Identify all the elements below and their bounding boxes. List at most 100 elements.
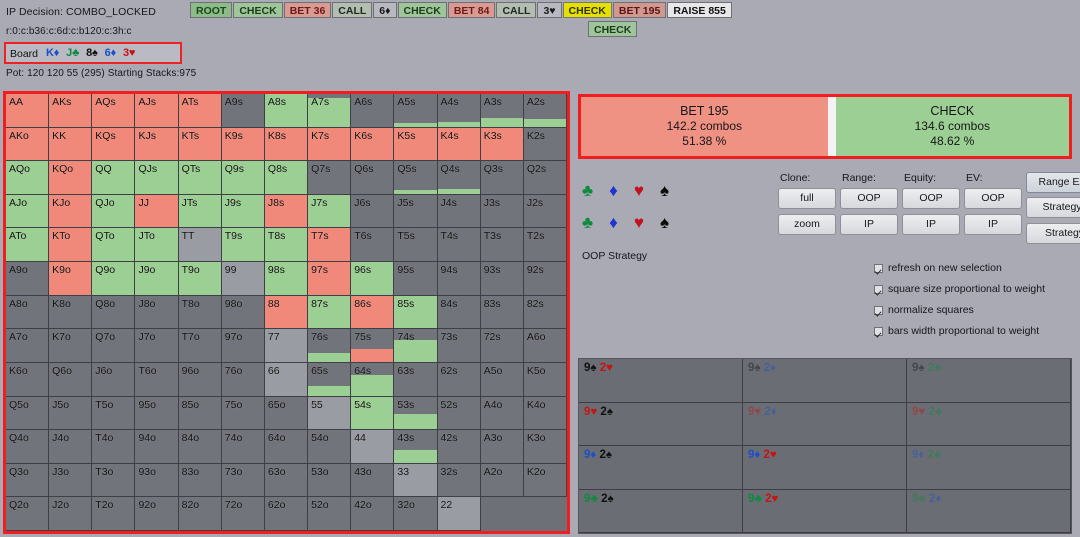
matrix-cell-97o[interactable]: 97o bbox=[221, 329, 265, 363]
checkbox-row-0[interactable]: refresh on new selection bbox=[874, 262, 1045, 274]
matrix-cell-J6o[interactable]: J6o bbox=[92, 362, 136, 397]
matrix-cell-AKo[interactable]: AKo bbox=[6, 127, 50, 162]
matrix-cell-99[interactable]: 99 bbox=[221, 262, 265, 296]
tree-row1-node-2[interactable]: BET 36 bbox=[283, 2, 332, 18]
strategy-bet-block[interactable]: BET 195 142.2 combos 51.38 % bbox=[581, 97, 828, 156]
matrix-cell-A9s[interactable]: A9s bbox=[221, 94, 265, 128]
matrix-cell-77[interactable]: 77 bbox=[264, 329, 309, 363]
matrix-cell-87s[interactable]: 87s bbox=[308, 295, 352, 330]
matrix-cell-A3o[interactable]: A3o bbox=[480, 430, 524, 464]
matrix-cell-QJs[interactable]: QJs bbox=[135, 161, 179, 195]
matrix-cell-Q7s[interactable]: Q7s bbox=[308, 161, 352, 195]
matrix-cell-J8o[interactable]: J8o bbox=[135, 295, 179, 330]
matrix-cell-76o[interactable]: 76o bbox=[221, 362, 265, 397]
matrix-cell-42o[interactable]: 42o bbox=[351, 497, 395, 531]
matrix-cell-K3s[interactable]: K3s bbox=[480, 127, 524, 162]
matrix-cell-93o[interactable]: 93o bbox=[135, 463, 179, 498]
matrix-cell-K2o[interactable]: K2o bbox=[523, 463, 567, 498]
clone-full-button[interactable]: full bbox=[778, 188, 836, 209]
matrix-cell-K9o[interactable]: K9o bbox=[49, 262, 93, 296]
action-tree-breadcrumb[interactable]: ROOT CHECK BET 36 CALL 6♦ CHECK BET 84 CALL 3♥ CH… bbox=[190, 2, 750, 42]
diamond-icon[interactable]: ♦ bbox=[609, 214, 618, 231]
matrix-cell-65o[interactable]: 65o bbox=[264, 396, 309, 431]
matrix-cell-Q2s[interactable]: Q2s bbox=[523, 161, 567, 195]
matrix-cell-96s[interactable]: 96s bbox=[351, 262, 395, 296]
matrix-cell-J9s[interactable]: J9s bbox=[221, 194, 265, 229]
matrix-cell-72o[interactable]: 72o bbox=[221, 497, 265, 531]
matrix-cell-T9s[interactable]: T9s bbox=[221, 228, 265, 263]
matrix-cell-KJs[interactable]: KJs bbox=[135, 127, 179, 162]
matrix-cell-Q3o[interactable]: Q3o bbox=[6, 463, 50, 498]
checkbox-row-2[interactable]: normalize squares bbox=[874, 304, 1045, 316]
matrix-cell-95o[interactable]: 95o bbox=[135, 396, 179, 431]
matrix-cell-A4s[interactable]: A4s bbox=[437, 94, 481, 128]
combo-cell-1-2[interactable]: 9♥ 2♣ bbox=[907, 402, 1071, 446]
matrix-cell-KTs[interactable]: KTs bbox=[178, 127, 222, 162]
matrix-cell-J5o[interactable]: J5o bbox=[49, 396, 93, 431]
matrix-cell-T9o[interactable]: T9o bbox=[178, 262, 222, 296]
matrix-cell-T8s[interactable]: T8s bbox=[264, 228, 309, 263]
checkbox-2-box[interactable] bbox=[874, 305, 883, 315]
matrix-cell-T2o[interactable]: T2o bbox=[92, 497, 136, 531]
action-tree-row-2[interactable]: CHECK bbox=[190, 21, 638, 37]
matrix-cell-Q2o[interactable]: Q2o bbox=[6, 497, 50, 531]
matrix-cell-K2s[interactable]: K2s bbox=[523, 127, 567, 162]
matrix-cell-J7o[interactable]: J7o bbox=[135, 329, 179, 363]
tree-row1-node-3[interactable]: CALL bbox=[332, 2, 373, 18]
matrix-cell-96o[interactable]: 96o bbox=[178, 362, 222, 397]
matrix-cell-52s[interactable]: 52s bbox=[437, 396, 481, 431]
combo-cell-3-0[interactable]: 9♣ 2♠ bbox=[579, 489, 743, 533]
matrix-cell-K8s[interactable]: K8s bbox=[264, 127, 309, 162]
matrix-cell-75s[interactable]: 75s bbox=[351, 329, 395, 363]
combo-cell-2-0[interactable]: 9♦ 2♠ bbox=[579, 446, 743, 490]
matrix-cell-Q6o[interactable]: Q6o bbox=[49, 362, 93, 397]
matrix-cell-K5s[interactable]: K5s bbox=[394, 127, 438, 162]
matrix-cell-T7o[interactable]: T7o bbox=[178, 329, 222, 363]
matrix-cell-83s[interactable]: 83s bbox=[480, 295, 524, 330]
matrix-cell-J2o[interactable]: J2o bbox=[49, 497, 93, 531]
matrix-cell-KJo[interactable]: KJo bbox=[49, 194, 93, 229]
checkbox-0-box[interactable] bbox=[874, 263, 883, 273]
matrix-cell-AQo[interactable]: AQo bbox=[6, 161, 50, 195]
heart-icon[interactable]: ♥ bbox=[634, 182, 644, 199]
matrix-cell-KK[interactable]: KK bbox=[49, 127, 93, 162]
matrix-cell-Q5o[interactable]: Q5o bbox=[6, 396, 50, 431]
club-icon[interactable]: ♣ bbox=[582, 182, 593, 199]
matrix-cell-A7o[interactable]: A7o bbox=[6, 329, 50, 363]
matrix-cell-T4s[interactable]: T4s bbox=[437, 228, 481, 263]
matrix-cell-43o[interactable]: 43o bbox=[351, 463, 395, 498]
matrix-cell-74s[interactable]: 74s bbox=[394, 329, 438, 363]
matrix-cell-T3o[interactable]: T3o bbox=[92, 463, 136, 498]
matrix-cell-AJs[interactable]: AJs bbox=[135, 94, 179, 128]
matrix-cell-84s[interactable]: 84s bbox=[437, 295, 481, 330]
matrix-cell-82s[interactable]: 82s bbox=[523, 295, 567, 330]
matrix-cell-K6o[interactable]: K6o bbox=[6, 362, 50, 397]
matrix-cell-AKs[interactable]: AKs bbox=[49, 94, 93, 128]
matrix-cell-Q8s[interactable]: Q8s bbox=[264, 161, 309, 195]
matrix-cell-84o[interactable]: 84o bbox=[178, 430, 222, 464]
tree-row1-node-8[interactable]: 3♥ bbox=[537, 2, 562, 18]
checkbox-row-1[interactable]: square size proportional to weight bbox=[874, 283, 1045, 295]
matrix-cell-J5s[interactable]: J5s bbox=[394, 194, 438, 229]
matrix-cell-K7o[interactable]: K7o bbox=[49, 329, 93, 363]
matrix-cell-33[interactable]: 33 bbox=[394, 463, 438, 498]
matrix-cell-K5o[interactable]: K5o bbox=[523, 362, 567, 397]
matrix-cell-53s[interactable]: 53s bbox=[394, 396, 438, 431]
matrix-cell-QTo[interactable]: QTo bbox=[92, 228, 136, 263]
club-icon[interactable]: ♣ bbox=[582, 214, 593, 231]
matrix-cell-63o[interactable]: 63o bbox=[264, 463, 309, 498]
matrix-cell-73o[interactable]: 73o bbox=[221, 463, 265, 498]
tree-row1-node-10[interactable]: BET 195 bbox=[612, 2, 667, 18]
matrix-cell-J7s[interactable]: J7s bbox=[308, 194, 352, 229]
matrix-cell-J2s[interactable]: J2s bbox=[523, 194, 567, 229]
action-tree-row-1[interactable]: ROOT CHECK BET 36 CALL 6♦ CHECK BET 84 CALL 3♥ CH… bbox=[190, 2, 732, 18]
matrix-cell-Q4s[interactable]: Q4s bbox=[437, 161, 481, 195]
matrix-cell-T6s[interactable]: T6s bbox=[351, 228, 395, 263]
options-checkbox-list[interactable]: refresh on new selection square size prop… bbox=[874, 262, 1045, 346]
matrix-cell-88[interactable]: 88 bbox=[264, 295, 309, 330]
matrix-cell-JTs[interactable]: JTs bbox=[178, 194, 222, 229]
matrix-cell-93s[interactable]: 93s bbox=[480, 262, 524, 296]
matrix-cell-A9o[interactable]: A9o bbox=[6, 262, 50, 296]
tree-row1-node-11[interactable]: RAISE 855 bbox=[667, 2, 732, 18]
matrix-cell-T8o[interactable]: T8o bbox=[178, 295, 222, 330]
